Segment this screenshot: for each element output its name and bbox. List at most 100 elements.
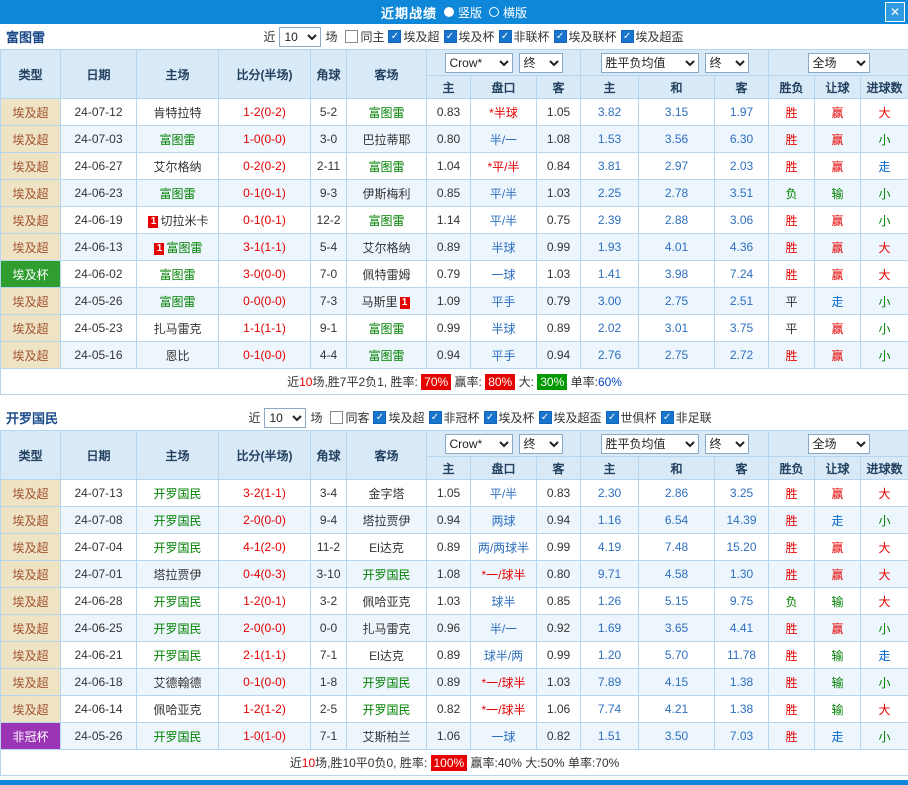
team-name-text: 艾尔格纳 xyxy=(153,160,201,174)
filter-checkbox[interactable]: 埃及超 xyxy=(373,409,424,426)
corners-cell: 3-10 xyxy=(311,561,347,588)
handicap-cell: 平/半 xyxy=(471,180,537,207)
summary-part: 近 xyxy=(287,375,299,389)
col-home: 主场 xyxy=(137,431,219,480)
eu-home-odds-cell: 1.16 xyxy=(581,507,639,534)
handicap-result-cell: 走 xyxy=(815,723,861,750)
type-cell: 埃及超 xyxy=(1,561,61,588)
team-name-text: 开罗国民 xyxy=(153,595,201,609)
eu-home-odds-cell: 1.53 xyxy=(581,126,639,153)
score-cell: 0-1(0-0) xyxy=(219,342,311,369)
checkbox-icon[interactable] xyxy=(444,30,457,43)
match-count-select[interactable]: 10 xyxy=(279,27,321,47)
col-away: 客场 xyxy=(347,50,427,99)
team-name-text: 塔拉贾伊 xyxy=(362,514,410,528)
corners-cell: 5-4 xyxy=(311,234,347,261)
ah-away-odds-cell: 0.75 xyxy=(537,207,581,234)
radio-selected-icon[interactable] xyxy=(444,7,454,17)
filter-checkbox[interactable]: 埃及超盃 xyxy=(621,28,684,45)
filter-checkbox[interactable]: 埃及杯 xyxy=(484,409,535,426)
result-cell: 胜 xyxy=(769,534,815,561)
team-name-text: 富图雷 xyxy=(368,106,404,120)
filter-checkbox[interactable]: 非冠杯 xyxy=(429,409,480,426)
goals-result-cell: 大 xyxy=(861,261,908,288)
checkbox-icon[interactable] xyxy=(661,411,674,424)
radio-unselected-icon[interactable] xyxy=(489,7,499,17)
checkbox-icon[interactable] xyxy=(621,30,634,43)
summary-part: 80% xyxy=(485,374,515,390)
recent-results-dialog: 近期战绩 竖版 横版 ✕ 富图雷 近 10 场 同主埃及超埃及杯非联杯埃及联杯埃… xyxy=(0,0,908,785)
col-type: 类型 xyxy=(1,50,61,99)
team-name-text: 艾尔格纳 xyxy=(362,241,410,255)
type-cell: 埃及超 xyxy=(1,480,61,507)
eu-home-odds-cell: 2.02 xyxy=(581,315,639,342)
score-cell: 3-1(1-1) xyxy=(219,234,311,261)
handicap-cell: 半/一 xyxy=(471,126,537,153)
checkbox-icon[interactable] xyxy=(499,30,512,43)
checkbox-icon[interactable] xyxy=(429,411,442,424)
europe-odds-time-select[interactable]: 终 xyxy=(705,434,749,454)
europe-odds-time-select[interactable]: 终 xyxy=(705,53,749,73)
filter-checkbox[interactable]: 埃及杯 xyxy=(444,28,495,45)
result-cell: 胜 xyxy=(769,615,815,642)
radio-horizontal-label: 横版 xyxy=(503,4,527,21)
eu-draw-odds-cell: 6.54 xyxy=(639,507,715,534)
asian-odds-time-select[interactable]: 终 xyxy=(519,53,563,73)
close-button[interactable]: ✕ xyxy=(885,2,905,22)
team-section-1: 富图雷 近 10 场 同主埃及超埃及杯非联杯埃及联杯埃及超盃 类型 日期 主场 xyxy=(0,24,908,395)
corners-cell: 9-3 xyxy=(311,180,347,207)
filter-checkbox[interactable]: 同客 xyxy=(330,409,369,426)
corners-cell: 9-1 xyxy=(311,315,347,342)
match-row: 埃及杯24-06-02富图雷3-0(0-0)7-0佩特雷姆0.79一球1.031… xyxy=(1,261,908,288)
checkbox-icon[interactable] xyxy=(373,411,386,424)
away-team-cell: 富图雷 xyxy=(347,315,427,342)
corners-cell: 9-4 xyxy=(311,507,347,534)
checkbox-icon[interactable] xyxy=(484,411,497,424)
type-cell: 埃及超 xyxy=(1,288,61,315)
date-cell: 24-07-12 xyxy=(61,99,137,126)
eu-draw-odds-cell: 2.88 xyxy=(639,207,715,234)
team-name-text: 富图雷 xyxy=(368,160,404,174)
filter-checkbox[interactable]: 埃及联杯 xyxy=(554,28,617,45)
filter-checkbox[interactable]: 同主 xyxy=(345,28,384,45)
checkbox-icon[interactable] xyxy=(539,411,552,424)
europe-odds-select[interactable]: 胜平负均值 xyxy=(601,434,699,454)
home-team-cell: 艾尔格纳 xyxy=(137,153,219,180)
type-cell: 埃及超 xyxy=(1,696,61,723)
filter-checkbox[interactable]: 埃及超盃 xyxy=(539,409,602,426)
date-cell: 24-05-16 xyxy=(61,342,137,369)
scope-select[interactable]: 全场 xyxy=(808,53,870,73)
layout-radio-horizontal[interactable]: 横版 xyxy=(489,4,527,21)
checkbox-icon[interactable] xyxy=(388,30,401,43)
filter-checkbox[interactable]: 埃及超 xyxy=(388,28,439,45)
result-cell: 胜 xyxy=(769,153,815,180)
asian-odds-time-select[interactable]: 终 xyxy=(519,434,563,454)
filter-checkbox[interactable]: 非足联 xyxy=(661,409,712,426)
eu-home-odds-cell: 7.74 xyxy=(581,696,639,723)
goals-result-cell: 走 xyxy=(861,642,908,669)
checkbox-icon[interactable] xyxy=(554,30,567,43)
checkbox-icon[interactable] xyxy=(345,30,358,43)
type-cell: 埃及超 xyxy=(1,615,61,642)
layout-radio-vertical[interactable]: 竖版 xyxy=(444,4,482,21)
summary-part: 50% xyxy=(541,756,565,770)
match-count-select[interactable]: 10 xyxy=(264,408,306,428)
summary-row: 近10场,胜10平0负0, 胜率: 100% 赢率:40% 大:50% 单率:7… xyxy=(1,750,908,776)
filter-checkbox[interactable]: 非联杯 xyxy=(499,28,550,45)
checkbox-icon[interactable] xyxy=(606,411,619,424)
goals-result-cell: 小 xyxy=(861,288,908,315)
col-eu-draw: 和 xyxy=(639,76,715,99)
bookmaker-select[interactable]: Crow* xyxy=(445,53,513,73)
scope-select[interactable]: 全场 xyxy=(808,434,870,454)
checkbox-icon[interactable] xyxy=(330,411,343,424)
score-cell: 1-0(0-0) xyxy=(219,126,311,153)
team-name-text: 开罗国民 xyxy=(362,676,410,690)
bookmaker-select[interactable]: Crow* xyxy=(445,434,513,454)
match-row: 埃及超24-07-12肯特拉特1-2(0-2)5-2富图雷0.83*半球1.05… xyxy=(1,99,908,126)
filter-checkbox[interactable]: 世俱杯 xyxy=(606,409,657,426)
eu-draw-odds-cell: 2.86 xyxy=(639,480,715,507)
result-cell: 胜 xyxy=(769,696,815,723)
score-cell: 1-2(1-2) xyxy=(219,696,311,723)
europe-odds-select[interactable]: 胜平负均值 xyxy=(601,53,699,73)
ah-away-odds-cell: 0.80 xyxy=(537,561,581,588)
